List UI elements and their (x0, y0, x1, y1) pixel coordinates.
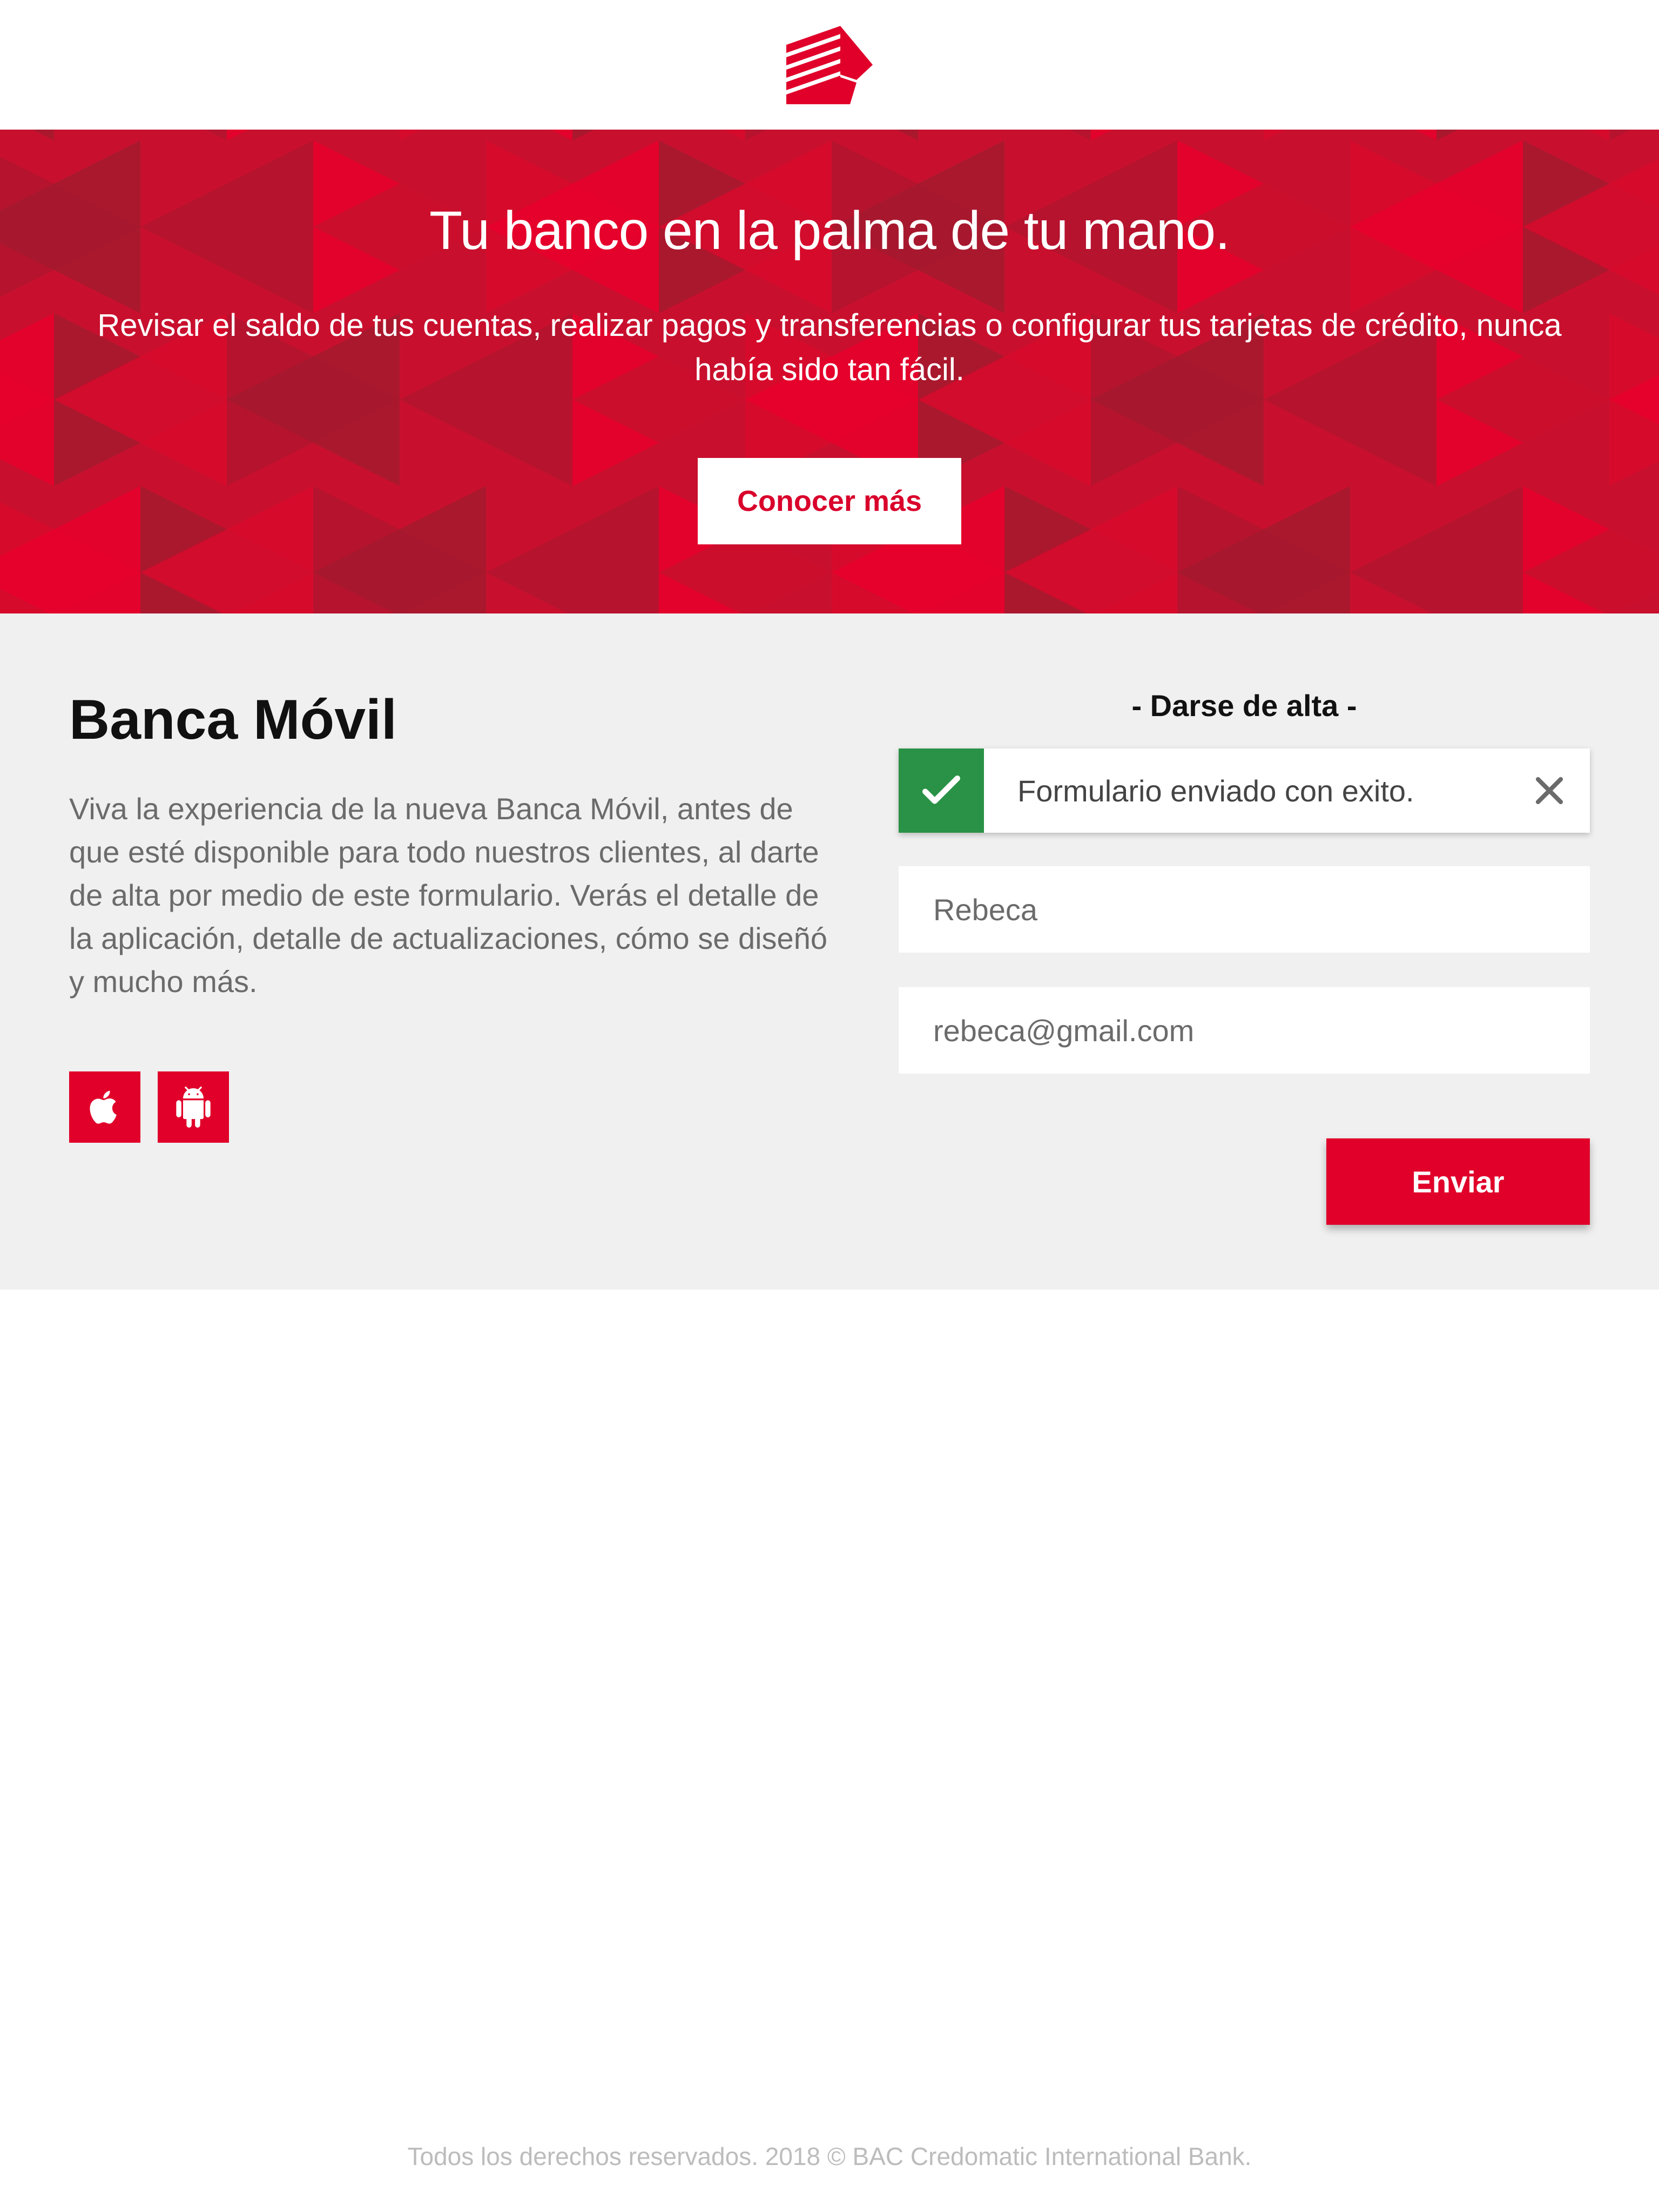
header (0, 0, 1659, 130)
alert-message: Formulario enviado con exito. (1017, 773, 1414, 808)
footer-copyright: Todos los derechos reservados. 2018 © BA… (407, 2142, 1252, 2170)
mobile-banking-section: Banca Móvil Viva la experiencia de la nu… (0, 613, 1659, 1290)
section-description: Viva la experiencia de la nueva Banca Mó… (69, 792, 827, 999)
page: Tu banco en la palma de tu mano. Revisar… (0, 0, 1659, 2212)
close-icon (1535, 777, 1563, 805)
submit-button[interactable]: Enviar (1326, 1138, 1590, 1225)
success-alert: Formulario enviado con exito. (899, 748, 1590, 833)
google-play-button[interactable] (158, 1071, 229, 1143)
android-icon (176, 1087, 211, 1128)
apple-icon (90, 1090, 117, 1124)
section-title: Banca Móvil (69, 689, 397, 751)
learn-more-button[interactable]: Conocer más (698, 458, 961, 544)
hero-description: Revisar el saldo de tus cuentas, realiza… (97, 308, 1562, 387)
email-field[interactable] (899, 987, 1590, 1074)
hero-banner: Tu banco en la palma de tu mano. Revisar… (0, 130, 1659, 613)
hero-title: Tu banco en la palma de tu mano. (429, 200, 1230, 261)
signup-form-title: - Darse de alta - (1131, 689, 1357, 723)
check-icon (922, 775, 960, 804)
alert-close-button[interactable] (1509, 748, 1590, 833)
bac-credomatic-logo[interactable] (786, 25, 873, 104)
name-field[interactable] (899, 866, 1590, 953)
success-status (899, 748, 984, 833)
app-store-button[interactable] (69, 1071, 140, 1143)
